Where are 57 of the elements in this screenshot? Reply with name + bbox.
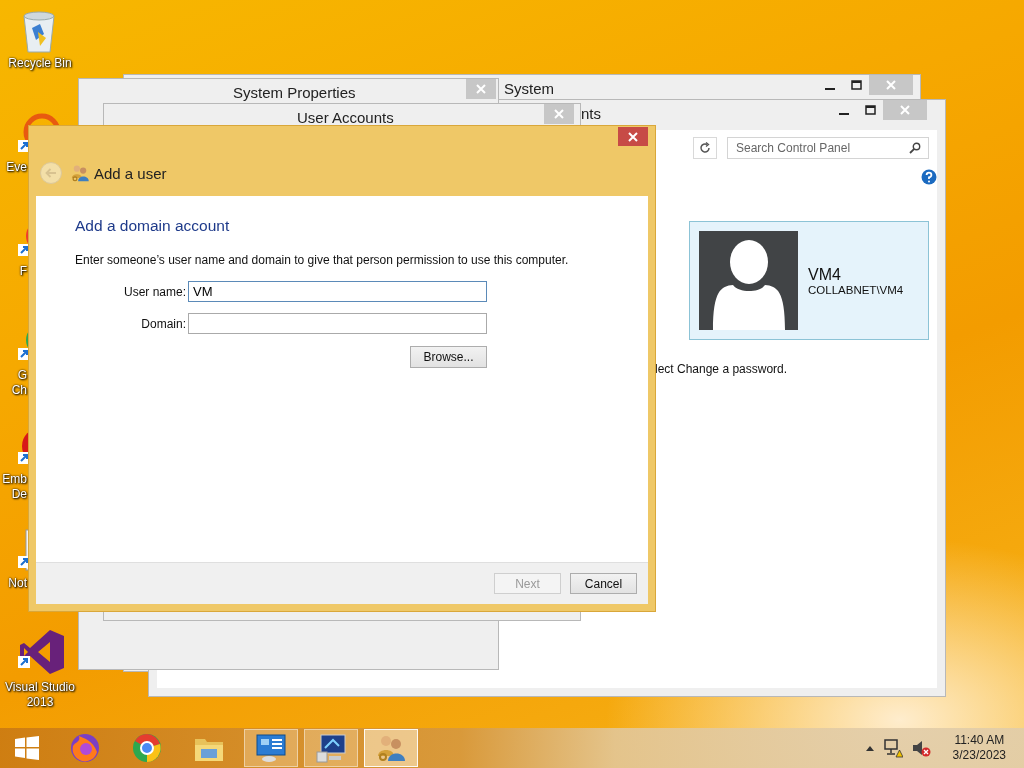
field-label: Domain: — [141, 316, 187, 331]
clock[interactable]: 11:40 AM 3/23/2023 — [952, 733, 1006, 763]
close-button[interactable] — [618, 127, 648, 146]
refresh-button[interactable] — [693, 137, 717, 159]
dialog-heading: Add a domain account — [75, 217, 230, 235]
close-icon — [628, 131, 638, 142]
speaker-muted-icon[interactable] — [910, 738, 931, 758]
desktop-icon-label[interactable]: Eve — [0, 160, 27, 175]
input-field[interactable] — [188, 313, 487, 334]
instruction-text: lect Change a password. — [655, 362, 788, 376]
desktop-icon-label[interactable]: Not — [0, 576, 27, 591]
account-tile[interactable]: VM4 COLLABNET\VM4 — [689, 221, 929, 340]
close-icon — [886, 80, 896, 90]
desktop-icon-label[interactable]: F — [0, 264, 27, 279]
description-text: Enter someone’s user name and domain to give that person permission to use this computer. — [75, 253, 569, 267]
taskbar-window-button[interactable] — [304, 729, 358, 767]
clock-time: 11:40 AM — [954, 733, 1005, 748]
network-warning-icon[interactable] — [882, 738, 903, 758]
close-icon — [900, 105, 910, 115]
dialog-button[interactable]: Cancel — [570, 573, 637, 594]
monitor-icon — [315, 732, 347, 764]
maximize-icon — [850, 80, 862, 90]
taskbar-window-button[interactable] — [364, 729, 418, 767]
browse-button[interactable]: Browse... — [410, 346, 487, 368]
help-icon[interactable] — [921, 169, 937, 185]
window-title: nts — [581, 104, 601, 122]
desktop-icon-label[interactable]: G Ch — [0, 368, 27, 398]
desktop-icon-label[interactable]: Visual Studio 2013 — [0, 680, 80, 710]
search-field[interactable]: Search Control Panel — [727, 137, 929, 159]
window-title: System Properties — [233, 83, 356, 101]
dialog-title: Add a user — [94, 164, 167, 182]
input-field[interactable]: VM — [188, 281, 487, 302]
chrome-icon — [131, 732, 163, 764]
window-title: User Accounts — [297, 108, 394, 126]
minimize-icon — [839, 113, 849, 115]
maximize-icon — [864, 105, 876, 115]
close-icon — [476, 84, 486, 94]
clock-date: 3/23/2023 — [952, 748, 1006, 763]
search-icon[interactable] — [909, 142, 921, 154]
back-arrow-icon — [45, 168, 57, 178]
avatar-icon — [699, 231, 798, 330]
window-title: System — [504, 79, 554, 97]
desktop-icon-label[interactable]: Recycle Bin — [0, 56, 80, 71]
field-label: User name: — [123, 284, 187, 299]
account-name: VM4 — [808, 265, 842, 284]
account-domain: COLLABNET\VM4 — [808, 283, 904, 296]
visual-studio-icon[interactable] — [18, 628, 66, 676]
desktop-icon-label[interactable]: Emb De — [0, 472, 27, 502]
taskbar-window-button[interactable] — [244, 729, 298, 767]
refresh-icon — [699, 142, 711, 154]
firefox-icon — [69, 732, 101, 764]
show-hidden-icons-icon[interactable] — [864, 744, 875, 752]
control-panel-icon — [255, 732, 287, 764]
windows-logo-icon — [13, 736, 41, 760]
close-icon — [554, 109, 564, 119]
users-icon — [70, 163, 90, 183]
minimize-icon — [825, 88, 835, 90]
